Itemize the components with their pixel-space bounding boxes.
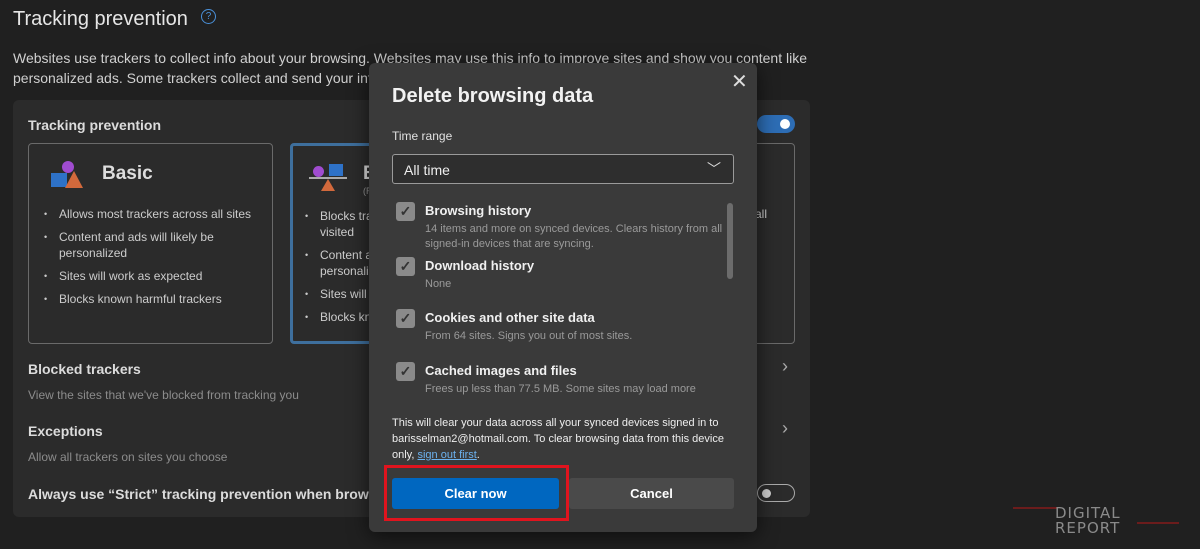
chevron-down-icon: ﹀ (707, 161, 721, 177)
close-icon[interactable]: ✕ (731, 69, 748, 94)
checkbox[interactable]: ✓ (396, 362, 415, 381)
chevron-right-icon[interactable]: › (782, 356, 788, 377)
item-label: Download history (425, 258, 535, 273)
tracking-label: Tracking prevention (28, 117, 162, 133)
tracking-toggle[interactable] (757, 115, 795, 133)
basic-shapes-icon (51, 161, 87, 191)
sign-out-link[interactable]: sign out first (417, 449, 476, 461)
item-label: Browsing history (425, 203, 532, 218)
strict-label: Always use “Strict” tracking prevention … (28, 486, 398, 502)
card-basic[interactable]: Basic Allows most trackers across all si… (28, 143, 273, 344)
item-label: Cached images and files (425, 363, 577, 378)
help-icon[interactable]: ? (201, 9, 216, 24)
watermark-line (1013, 507, 1058, 509)
watermark-logo: DIGITAL REPORT (1055, 504, 1121, 537)
scrollbar[interactable] (727, 203, 733, 279)
delete-browsing-data-dialog: ✕ Delete browsing data Time range All ti… (369, 63, 757, 532)
time-range-label: Time range (392, 129, 453, 143)
time-range-value: All time (404, 162, 450, 178)
exceptions-sub: Allow all trackers on sites you choose (28, 450, 228, 464)
sync-notice: This will clear your data across all you… (392, 415, 742, 463)
item-desc: None (425, 278, 452, 290)
dialog-title: Delete browsing data (392, 85, 594, 107)
checkbox[interactable]: ✓ (396, 257, 415, 276)
bullet: Sites will work as expected (29, 268, 269, 284)
time-range-select[interactable]: All time ﹀ (392, 154, 734, 184)
item-label: Cookies and other site data (425, 310, 595, 325)
strict-toggle[interactable] (757, 484, 795, 502)
item-desc: From 64 sites. Signs you out of most sit… (425, 330, 633, 342)
highlight-box (384, 465, 569, 521)
checkbox[interactable]: ✓ (396, 202, 415, 221)
card-title: Basic (102, 163, 153, 184)
notice-end: . (476, 449, 480, 461)
bullet: Allows most trackers across all sites (29, 206, 269, 222)
exceptions-label[interactable]: Exceptions (28, 423, 103, 439)
cancel-button[interactable]: Cancel (569, 478, 734, 509)
item-desc: Frees up less than 77.5 MB. Some sites m… (425, 383, 696, 395)
bullet: Content and ads will likely be personali… (29, 229, 269, 261)
blocked-trackers-label[interactable]: Blocked trackers (28, 361, 141, 377)
blocked-trackers-sub: View the sites that we've blocked from t… (28, 388, 299, 402)
bullet: Blocks known harmful trackers (29, 291, 269, 307)
checkbox[interactable]: ✓ (396, 309, 415, 328)
balanced-scale-icon (309, 164, 349, 194)
chevron-right-icon[interactable]: › (782, 418, 788, 439)
page-title: Tracking prevention (13, 8, 188, 30)
item-desc: 14 items and more on synced devices. Cle… (425, 223, 723, 250)
